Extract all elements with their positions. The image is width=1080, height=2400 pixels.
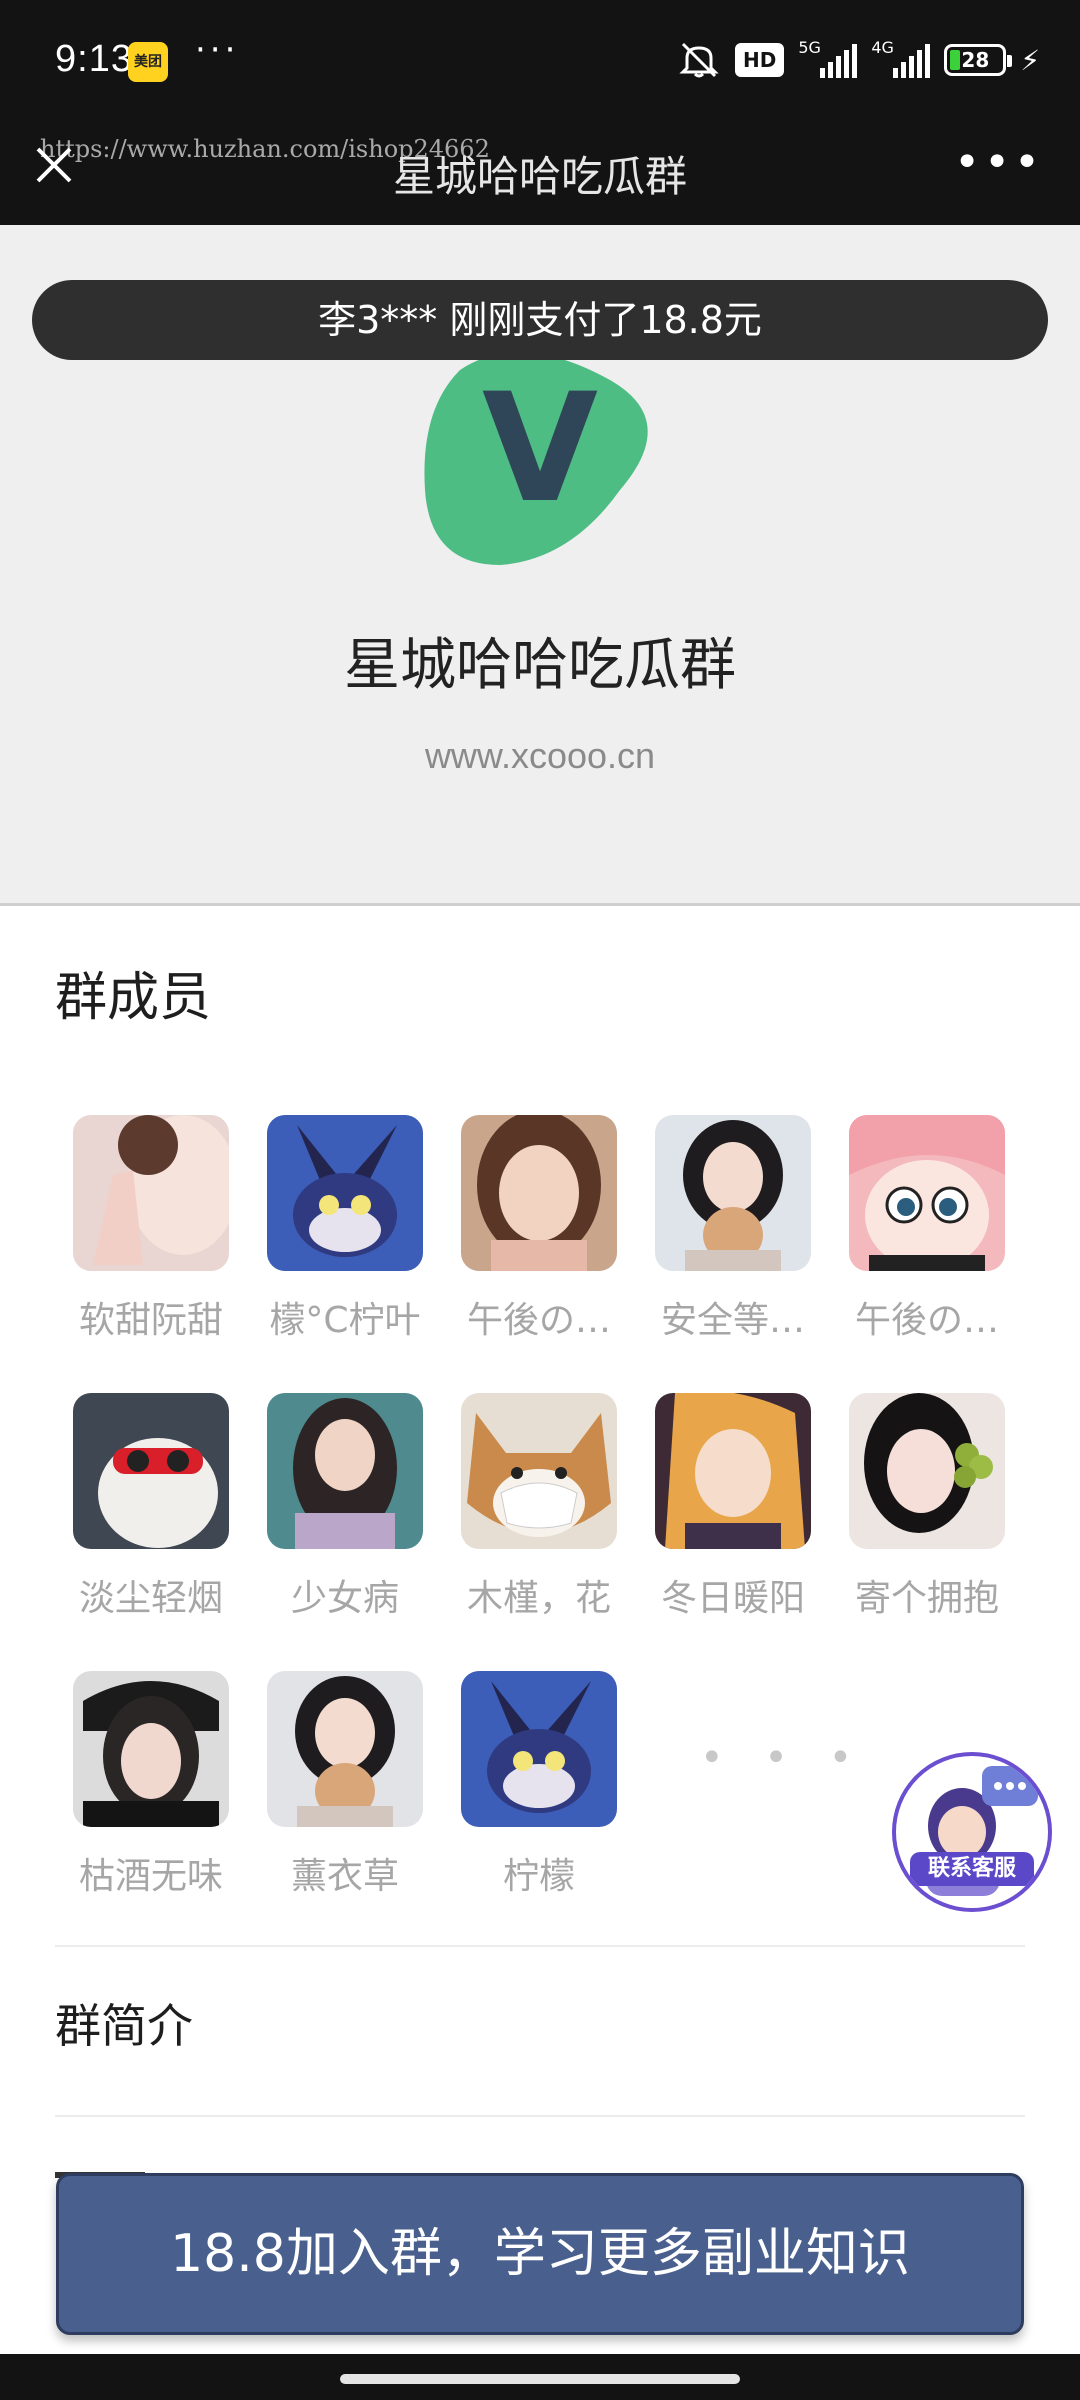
divider [55,1945,1025,1947]
avatar [655,1115,811,1271]
members-title: 群成员 [55,968,212,1028]
avatar [267,1393,423,1549]
member-name: 檬°C柠叶 [269,1300,421,1341]
charging-icon: ⚡ [1020,43,1040,77]
meituan-app-icon: 美团 [128,42,168,82]
member-name: 软甜阮甜 [78,1300,223,1341]
customer-service-button[interactable]: 联系客服 [892,1752,1052,1912]
status-bar: 9:13 美团 ··· HD 5G 4G 28 ⚡ [0,0,1080,125]
group-name: 星城哈哈吃瓜群 [344,633,736,698]
avatar [461,1393,617,1549]
hd-icon: HD [734,43,785,77]
member-name: 木槿，花 [466,1578,611,1619]
signal-4g-icon: 4G [871,38,931,78]
member-item[interactable]: 淡尘轻烟 [73,1393,229,1619]
member-item[interactable]: 寄个拥抱 [849,1393,1005,1619]
divider [0,903,1080,906]
status-indicators: HD 5G 4G 28 ⚡ [677,38,1040,80]
member-item[interactable]: 软甜阮甜 [73,1115,229,1341]
member-item[interactable]: 薰衣草 [267,1671,423,1897]
member-name: 午後の… [466,1300,611,1341]
divider [55,2115,1025,2117]
home-indicator[interactable] [340,2374,740,2384]
member-name: 午後の… [854,1300,999,1341]
member-item[interactable]: 木槿，花 [461,1393,617,1619]
member-item[interactable]: 柠檬 [461,1671,617,1897]
avatar [849,1115,1005,1271]
avatar [461,1115,617,1271]
avatar [73,1671,229,1827]
payment-toast: 李3*** 刚刚支付了18.8元 [32,280,1048,360]
member-item[interactable]: 冬日暖阳 [655,1393,811,1619]
avatar [849,1393,1005,1549]
member-name: 薰衣草 [290,1856,399,1897]
member-name: 少女病 [290,1578,399,1619]
signal-5g-icon: 5G [798,38,858,78]
more-members-icon[interactable]: • • • [700,1735,866,1781]
intro-title: 群简介 [55,1999,193,2053]
battery-icon: 28 [944,44,1013,76]
member-name: 冬日暖阳 [660,1578,805,1619]
avatar [655,1393,811,1549]
group-logo: V [420,340,660,570]
service-label: 联系客服 [910,1852,1034,1886]
join-group-button[interactable]: 18.8加入群，学习更多副业知识 [56,2173,1024,2335]
mute-icon [677,40,721,80]
member-item[interactable]: 安全等… [655,1115,811,1341]
member-item[interactable]: 檬°C柠叶 [267,1115,423,1341]
member-name: 枯酒无味 [78,1856,223,1897]
member-item[interactable]: 少女病 [267,1393,423,1619]
avatar [73,1115,229,1271]
page-title: 星城哈哈吃瓜群 [392,152,687,201]
logo-letter: V [482,362,598,536]
member-name: 寄个拥抱 [854,1578,999,1619]
member-name: 柠檬 [502,1856,575,1897]
member-item[interactable]: 午後の… [849,1115,1005,1341]
avatar [267,1115,423,1271]
avatar [461,1671,617,1827]
avatar [267,1671,423,1827]
member-item[interactable]: 午後の… [461,1115,617,1341]
more-options-icon[interactable]: ••• [954,137,1044,188]
member-name: 安全等… [660,1300,805,1341]
status-more-icon: ··· [195,30,240,70]
member-item[interactable]: 枯酒无味 [73,1671,229,1897]
status-time: 9:13 [55,38,133,80]
group-site: www.xcooo.cn [424,735,656,776]
nav-bar: https://www.huzhan.com/ishop24662 星城哈哈吃瓜… [0,125,1080,225]
battery-level: 28 [961,48,990,72]
avatar [73,1393,229,1549]
member-name: 淡尘轻烟 [78,1578,223,1619]
